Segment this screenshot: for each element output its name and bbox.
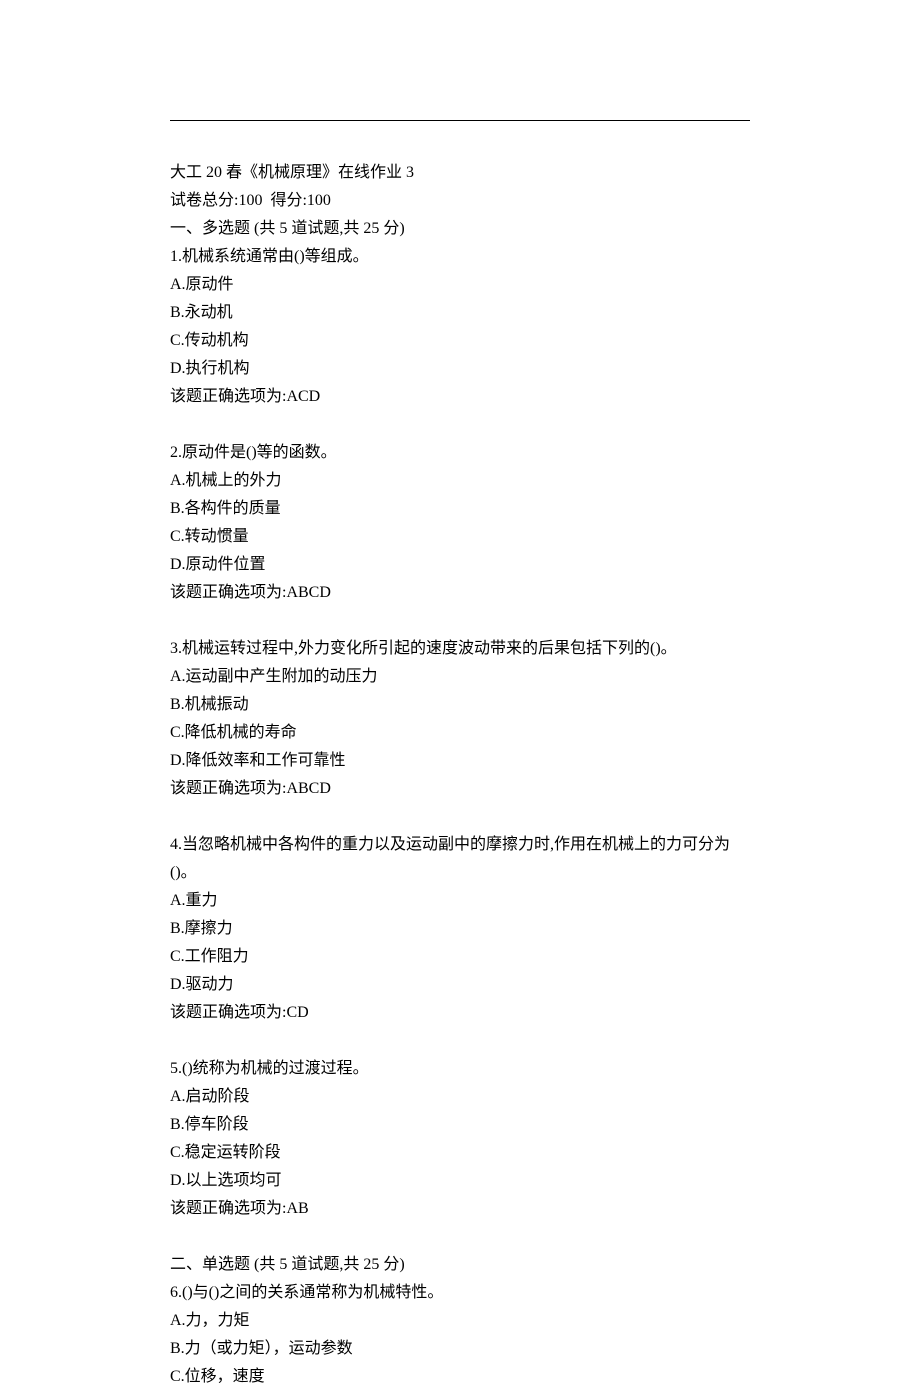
question-stem: 5.()统称为机械的过渡过程。 xyxy=(170,1055,750,1083)
option-d: D.驱动力 xyxy=(170,971,750,999)
question-4: 4.当忽略机械中各构件的重力以及运动副中的摩擦力时,作用在机械上的力可分为()。… xyxy=(170,831,750,1027)
option-a: A.重力 xyxy=(170,887,750,915)
header-rule xyxy=(170,120,750,121)
option-b: B.摩擦力 xyxy=(170,915,750,943)
answer-line: 该题正确选项为:CD xyxy=(170,999,750,1027)
option-d: D.原动件位置 xyxy=(170,551,750,579)
answer-line: 该题正确选项为:ABCD xyxy=(170,579,750,607)
question-stem: 3.机械运转过程中,外力变化所引起的速度波动带来的后果包括下列的()。 xyxy=(170,635,750,663)
question-5: 5.()统称为机械的过渡过程。 A.启动阶段 B.停车阶段 C.稳定运转阶段 D… xyxy=(170,1055,750,1223)
question-stem: 2.原动件是()等的函数。 xyxy=(170,439,750,467)
section2-block: 二、单选题 (共 5 道试题,共 25 分) 6.()与()之间的关系通常称为机… xyxy=(170,1251,750,1391)
header-block: 大工 20 春《机械原理》在线作业 3 试卷总分:100 得分:100 一、多选… xyxy=(170,159,750,243)
document-page: 大工 20 春《机械原理》在线作业 3 试卷总分:100 得分:100 一、多选… xyxy=(0,0,920,1391)
option-d: D.降低效率和工作可靠性 xyxy=(170,747,750,775)
question-stem: 6.()与()之间的关系通常称为机械特性。 xyxy=(170,1279,750,1307)
question-stem: 4.当忽略机械中各构件的重力以及运动副中的摩擦力时,作用在机械上的力可分为()。 xyxy=(170,831,750,887)
option-d: D.以上选项均可 xyxy=(170,1167,750,1195)
question-1: 1.机械系统通常由()等组成。 A.原动件 B.永动机 C.传动机构 D.执行机… xyxy=(170,243,750,411)
question-3: 3.机械运转过程中,外力变化所引起的速度波动带来的后果包括下列的()。 A.运动… xyxy=(170,635,750,803)
option-b: B.机械振动 xyxy=(170,691,750,719)
answer-line: 该题正确选项为:AB xyxy=(170,1195,750,1223)
option-a: A.原动件 xyxy=(170,271,750,299)
option-c: C.降低机械的寿命 xyxy=(170,719,750,747)
section1-heading: 一、多选题 (共 5 道试题,共 25 分) xyxy=(170,215,750,243)
option-a: A.运动副中产生附加的动压力 xyxy=(170,663,750,691)
answer-line: 该题正确选项为:ABCD xyxy=(170,775,750,803)
question-stem: 1.机械系统通常由()等组成。 xyxy=(170,243,750,271)
option-b: B.力（或力矩），运动参数 xyxy=(170,1335,750,1363)
option-a: A.机械上的外力 xyxy=(170,467,750,495)
option-c: C.工作阻力 xyxy=(170,943,750,971)
option-b: B.各构件的质量 xyxy=(170,495,750,523)
option-c: C.转动惯量 xyxy=(170,523,750,551)
section2-heading: 二、单选题 (共 5 道试题,共 25 分) xyxy=(170,1251,750,1279)
option-a: A.启动阶段 xyxy=(170,1083,750,1111)
document-title: 大工 20 春《机械原理》在线作业 3 xyxy=(170,159,750,187)
option-c: C.位移，速度 xyxy=(170,1363,750,1391)
option-d: D.执行机构 xyxy=(170,355,750,383)
score-line: 试卷总分:100 得分:100 xyxy=(170,187,750,215)
option-c: C.传动机构 xyxy=(170,327,750,355)
option-c: C.稳定运转阶段 xyxy=(170,1139,750,1167)
question-2: 2.原动件是()等的函数。 A.机械上的外力 B.各构件的质量 C.转动惯量 D… xyxy=(170,439,750,607)
option-a: A.力，力矩 xyxy=(170,1307,750,1335)
option-b: B.永动机 xyxy=(170,299,750,327)
answer-line: 该题正确选项为:ACD xyxy=(170,383,750,411)
option-b: B.停车阶段 xyxy=(170,1111,750,1139)
